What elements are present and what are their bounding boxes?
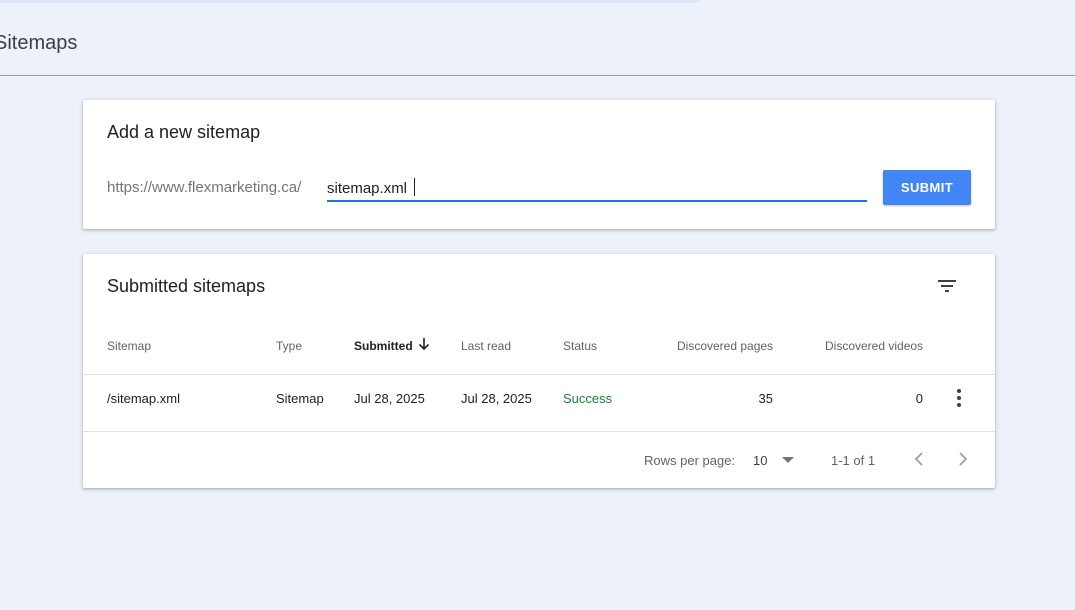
column-header-last-read[interactable]: Last read — [461, 339, 511, 353]
cell-type: Sitemap — [276, 391, 324, 406]
add-sitemap-card: Add a new sitemap https://www.flexmarket… — [83, 100, 995, 229]
top-search-bar-edge — [0, 0, 705, 3]
text-caret — [414, 178, 415, 196]
column-header-submitted[interactable]: Submitted — [354, 339, 413, 353]
cell-discovered-videos: 0 — [915, 391, 923, 406]
header-row-divider — [83, 374, 995, 375]
cell-sitemap: /sitemap.xml — [107, 391, 180, 406]
arrow-down-icon[interactable] — [417, 336, 431, 352]
filter-icon[interactable] — [935, 274, 959, 298]
pagination-range: 1-1 of 1 — [831, 453, 876, 468]
submit-button[interactable]: SUBMIT — [883, 170, 971, 205]
chevron-left-icon[interactable] — [909, 447, 929, 471]
cell-discovered-pages: 35 — [758, 391, 773, 406]
column-header-status[interactable]: Status — [563, 339, 597, 353]
add-sitemap-title: Add a new sitemap — [107, 122, 261, 142]
header-divider — [0, 75, 1075, 76]
rows-per-page-label: Rows per page: — [644, 453, 736, 468]
column-header-type[interactable]: Type — [276, 339, 302, 353]
rows-per-page-value: 10 — [753, 453, 768, 468]
caret-down-icon — [782, 457, 794, 463]
chevron-right-icon[interactable] — [953, 447, 973, 471]
row-divider — [83, 431, 995, 432]
rows-per-page-select[interactable]: 10 — [753, 450, 801, 470]
cell-status: Success — [563, 391, 613, 406]
column-header-sitemap[interactable]: Sitemap — [107, 339, 151, 353]
submitted-sitemaps-title: Submitted sitemaps — [107, 276, 266, 296]
sitemap-url-input[interactable] — [327, 176, 867, 202]
more-vert-icon[interactable] — [947, 386, 971, 410]
url-prefix: https://www.flexmarketing.ca/ — [107, 179, 302, 196]
column-header-discovered-pages[interactable]: Discovered pages — [677, 339, 773, 353]
submitted-sitemaps-card: Submitted sitemaps Sitemap Type Submitte… — [83, 254, 995, 488]
page-title: Sitemaps — [0, 32, 78, 54]
cell-submitted: Jul 28, 2025 — [354, 391, 425, 406]
column-header-discovered-videos[interactable]: Discovered videos — [825, 339, 923, 353]
cell-last-read: Jul 28, 2025 — [461, 391, 532, 406]
